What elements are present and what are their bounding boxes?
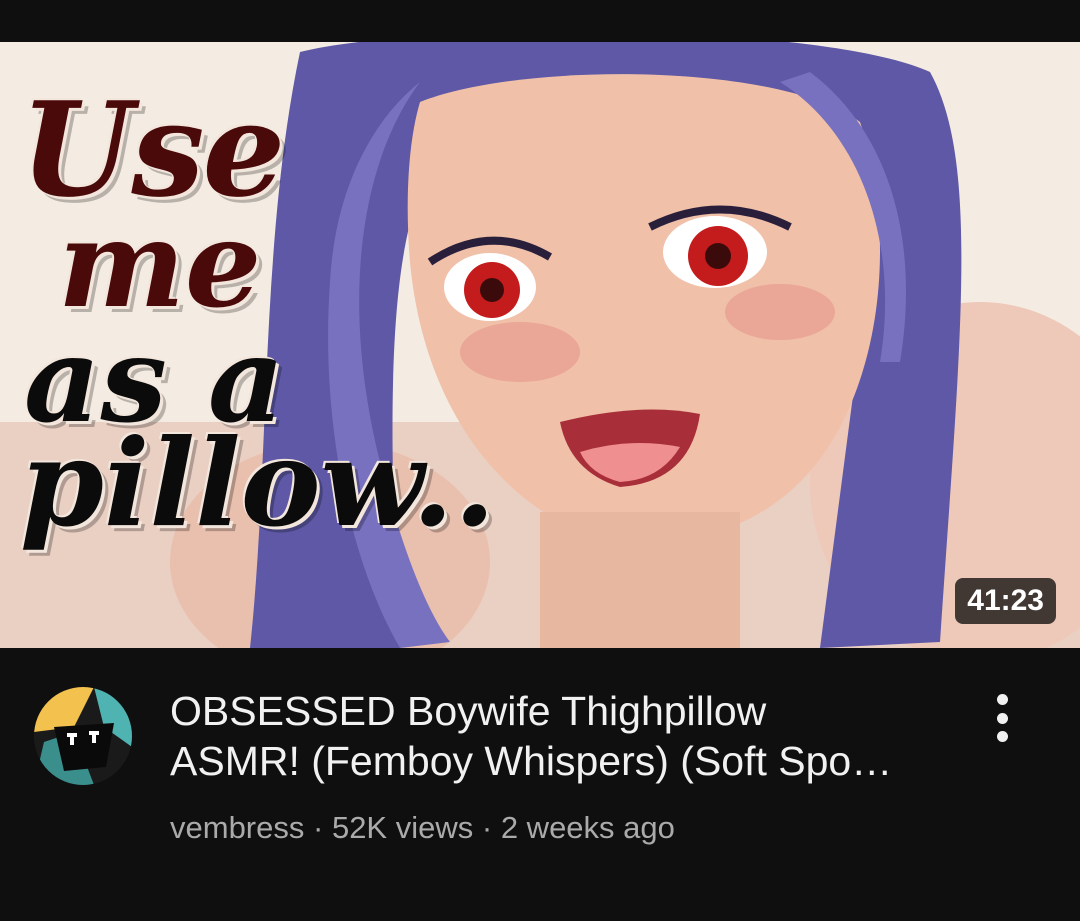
view-count: 52K views: [331, 810, 474, 845]
kebab-dot: [996, 712, 1008, 724]
meta-separator: ·: [481, 810, 493, 845]
thumbnail-caption: Use me as a pillow..: [20, 73, 496, 554]
video-metadata: vembress · 52K views · 2 weeks ago: [170, 810, 675, 846]
kebab-dot: [996, 731, 1008, 742]
video-title-line-1: OBSESSED Boywife Thighpillow: [170, 688, 767, 734]
duration-badge: 41:23: [955, 578, 1056, 624]
thumbnail-caption-line: me: [58, 193, 262, 335]
video-title-line-2: ASMR! (Femboy Whispers) (Soft Spo…: [170, 738, 893, 784]
more-options-icon[interactable]: [984, 694, 1020, 742]
video-title[interactable]: OBSESSED Boywife Thighpillow ASMR! (Femb…: [170, 686, 960, 786]
thumbnail-caption-line: pillow..: [20, 412, 496, 554]
channel-name[interactable]: vembress: [170, 810, 304, 845]
video-thumbnail[interactable]: Use me as a pillow.. 41:23: [0, 42, 1080, 648]
avatar-image: [34, 687, 132, 785]
thumbnail-caption-line: Use: [20, 73, 285, 226]
upload-age: 2 weeks ago: [500, 810, 675, 845]
meta-separator: ·: [313, 810, 324, 845]
channel-avatar[interactable]: [34, 687, 132, 785]
kebab-dot: [996, 694, 1008, 705]
